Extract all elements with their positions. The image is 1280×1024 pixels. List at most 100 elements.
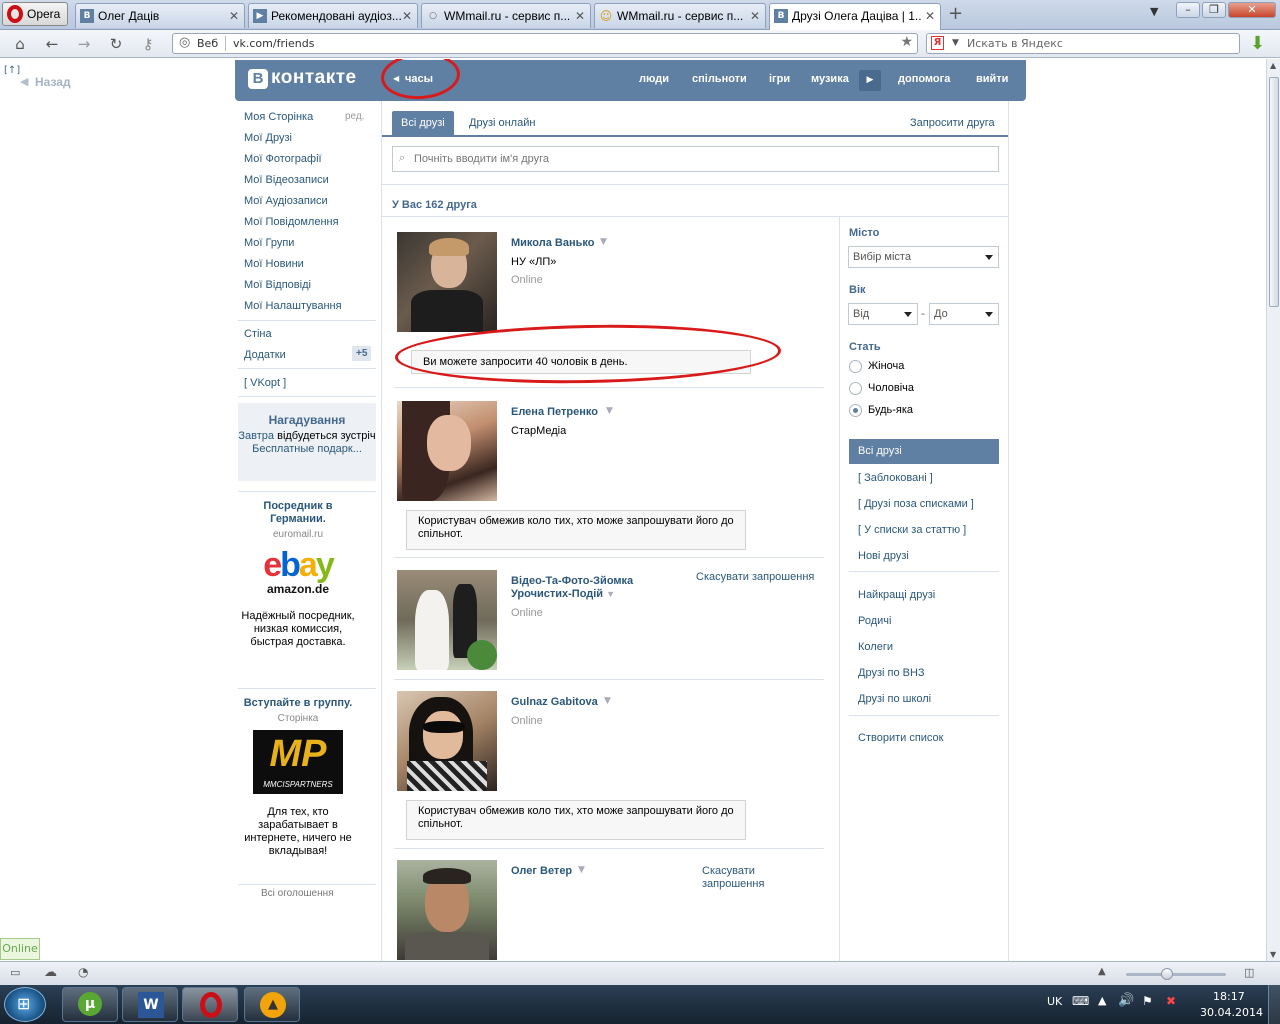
invite-friend-link[interactable]: Запросити друга bbox=[910, 117, 995, 129]
close-tab-icon[interactable]: ✕ bbox=[575, 9, 585, 23]
tab-3[interactable]: ○ WMmail.ru - сервис п... ✕ bbox=[421, 3, 591, 28]
friend-menu-chevron-icon[interactable]: ▼ bbox=[606, 406, 613, 416]
age-from-select[interactable]: Від bbox=[848, 303, 918, 325]
list-all-friends-selected[interactable]: Всі друзі bbox=[849, 439, 999, 464]
age-to-select[interactable]: До bbox=[929, 303, 999, 325]
taskbar-word[interactable]: W bbox=[122, 987, 178, 1022]
friend-photo[interactable] bbox=[397, 860, 497, 960]
city-select[interactable]: Вибір міста bbox=[848, 246, 999, 268]
taskbar-utorrent[interactable]: µ bbox=[62, 987, 118, 1022]
reminder-event-link[interactable]: Бесплатные подарк... bbox=[252, 443, 362, 455]
tab-list-icon[interactable]: ▼ bbox=[1150, 5, 1158, 18]
back-link[interactable]: Назад bbox=[35, 75, 71, 89]
friend-name[interactable]: Gulnaz Gabitova bbox=[511, 696, 598, 708]
back-arrow-icon[interactable]: ◀ bbox=[20, 75, 28, 88]
tab-4[interactable]: ☺ WMmail.ru - сервис п... ✕ bbox=[594, 3, 766, 28]
ad1-logo-image[interactable]: ebay amazon.de bbox=[255, 548, 341, 604]
tab-5-active[interactable]: B Друзі Олега Даціва | 1... ✕ bbox=[769, 3, 941, 30]
edit-link[interactable]: ред. bbox=[345, 111, 365, 122]
scroll-up-link[interactable]: [↑] bbox=[4, 65, 20, 76]
scrollbar-thumb[interactable] bbox=[1269, 77, 1279, 307]
ad2-logo-image[interactable]: MP MMCISPARTNERS bbox=[253, 730, 343, 794]
friend-name[interactable]: Елена Петренко bbox=[511, 406, 598, 418]
friend-photo[interactable] bbox=[397, 691, 497, 791]
bookmark-star-icon[interactable]: ★ bbox=[900, 34, 913, 50]
menu-groups[interactable]: Мої Групи bbox=[244, 237, 294, 249]
taskbar-opera[interactable] bbox=[182, 987, 238, 1022]
zoom-slider[interactable] bbox=[1126, 973, 1226, 976]
back-icon[interactable]: ← bbox=[42, 35, 62, 53]
nav-music[interactable]: музика bbox=[811, 73, 849, 85]
nav-logout[interactable]: вийти bbox=[976, 73, 1008, 85]
friend-menu-chevron-icon[interactable]: ▼ bbox=[600, 237, 607, 247]
sex-male-label[interactable]: Чоловіча bbox=[868, 382, 914, 394]
list-colleagues[interactable]: Колеги bbox=[858, 641, 893, 653]
menu-photos[interactable]: Мої Фотографії bbox=[244, 153, 322, 165]
clock-time[interactable]: 18:17 bbox=[1213, 990, 1245, 1003]
nav-communities[interactable]: спільноти bbox=[692, 73, 747, 85]
list-best-friends[interactable]: Найкращі друзі bbox=[858, 589, 935, 601]
keyboard-icon[interactable]: ⌨ bbox=[1072, 994, 1089, 1008]
list-relatives[interactable]: Родичі bbox=[858, 615, 891, 627]
download-icon[interactable]: ⬇ bbox=[1250, 33, 1265, 54]
list-university[interactable]: Друзі по ВНЗ bbox=[858, 667, 925, 679]
panel-toggle-icon[interactable]: ▭ bbox=[10, 966, 20, 979]
ad-block-2[interactable]: Вступайте в группу. Сторінка MP MMCISPAR… bbox=[238, 697, 358, 858]
friend-photo[interactable] bbox=[397, 232, 497, 332]
sex-any-label[interactable]: Будь-яка bbox=[868, 404, 913, 416]
speed-dial-icon[interactable]: ◔ bbox=[78, 965, 88, 979]
menu-news[interactable]: Мої Новини bbox=[244, 258, 304, 270]
sex-female-label[interactable]: Жіноча bbox=[868, 360, 904, 372]
volume-icon[interactable]: 🔊 bbox=[1118, 993, 1134, 1008]
close-tab-icon[interactable]: ✕ bbox=[925, 9, 935, 23]
menu-answers[interactable]: Мої Відповіді bbox=[244, 279, 311, 291]
reminder-date-link[interactable]: Завтра bbox=[238, 430, 274, 442]
home-icon[interactable]: ⌂ bbox=[10, 35, 30, 53]
tab-online-friends[interactable]: Друзі онлайн bbox=[469, 117, 535, 129]
ad-block-1[interactable]: Посредник в Германии. euromail.ru ebay a… bbox=[238, 500, 358, 649]
key-icon[interactable]: ⚷ bbox=[138, 35, 158, 53]
menu-apps[interactable]: Додатки bbox=[244, 349, 286, 361]
sex-male-radio[interactable] bbox=[849, 382, 862, 395]
sex-any-radio[interactable] bbox=[849, 404, 862, 417]
show-desktop-button[interactable] bbox=[1268, 985, 1280, 1024]
apps-count-badge[interactable]: +5 bbox=[352, 346, 372, 361]
start-button[interactable]: ⊞ bbox=[4, 987, 46, 1022]
view-icon[interactable]: ▲ bbox=[1098, 966, 1106, 977]
list-blocked[interactable]: [ Заблоковані ] bbox=[858, 472, 933, 484]
friend-menu-chevron-icon[interactable]: ▼ bbox=[578, 865, 585, 875]
nav-games[interactable]: ігри bbox=[769, 73, 790, 85]
friend-photo[interactable] bbox=[397, 401, 497, 501]
friend-photo[interactable] bbox=[397, 570, 497, 670]
friend-menu-chevron-icon[interactable]: ▼ bbox=[606, 589, 615, 599]
friend-name[interactable]: Микола Ванько bbox=[511, 237, 594, 249]
vertical-scrollbar[interactable]: ▲ ▼ bbox=[1266, 59, 1280, 961]
close-tab-icon[interactable]: ✕ bbox=[750, 9, 760, 23]
cancel-invite-link[interactable]: Скасувати запрошення bbox=[696, 571, 814, 583]
menu-audio[interactable]: Мої Аудіозаписи bbox=[244, 195, 328, 207]
friend-menu-chevron-icon[interactable]: ▼ bbox=[604, 696, 611, 706]
zoom-level-icon[interactable]: ◫ bbox=[1244, 966, 1254, 979]
menu-my-page[interactable]: Моя Сторінка bbox=[244, 111, 313, 123]
address-bar[interactable]: ◎ Веб vk.com/friends ★ bbox=[172, 33, 918, 54]
minimize-button[interactable]: – bbox=[1176, 2, 1200, 18]
scroll-up-arrow-icon[interactable]: ▲ bbox=[1270, 61, 1276, 70]
network-disconnected-icon[interactable]: ✖ bbox=[1166, 994, 1176, 1008]
tab-2[interactable]: ▶ Рекомендовані аудіоз... ✕ bbox=[248, 3, 418, 28]
menu-settings[interactable]: Мої Налаштування bbox=[244, 300, 342, 312]
clock-date[interactable]: 30.04.2014 bbox=[1200, 1006, 1263, 1019]
vk-logo-text[interactable]: контакте bbox=[271, 67, 357, 89]
sex-female-radio[interactable] bbox=[849, 360, 862, 373]
action-center-icon[interactable]: ⚑ bbox=[1142, 994, 1153, 1008]
tab-all-friends[interactable]: Всі друзі bbox=[392, 111, 454, 135]
opera-menu-button[interactable]: Opera bbox=[2, 2, 68, 26]
cloud-icon[interactable]: ☁ bbox=[44, 965, 57, 980]
zoom-slider-handle[interactable] bbox=[1161, 968, 1173, 980]
ad2-title[interactable]: Вступайте в группу. bbox=[238, 697, 358, 710]
language-indicator[interactable]: UK bbox=[1047, 995, 1062, 1008]
menu-friends[interactable]: Мої Друзі bbox=[244, 132, 292, 144]
close-window-button[interactable]: ✕ bbox=[1228, 2, 1276, 18]
restore-button[interactable]: ❐ bbox=[1202, 2, 1226, 18]
friend-name[interactable]: Відео-Та-Фото-Зйомка Урочистих-Подій ▼ bbox=[511, 575, 671, 601]
reload-icon[interactable]: ↻ bbox=[106, 35, 126, 53]
